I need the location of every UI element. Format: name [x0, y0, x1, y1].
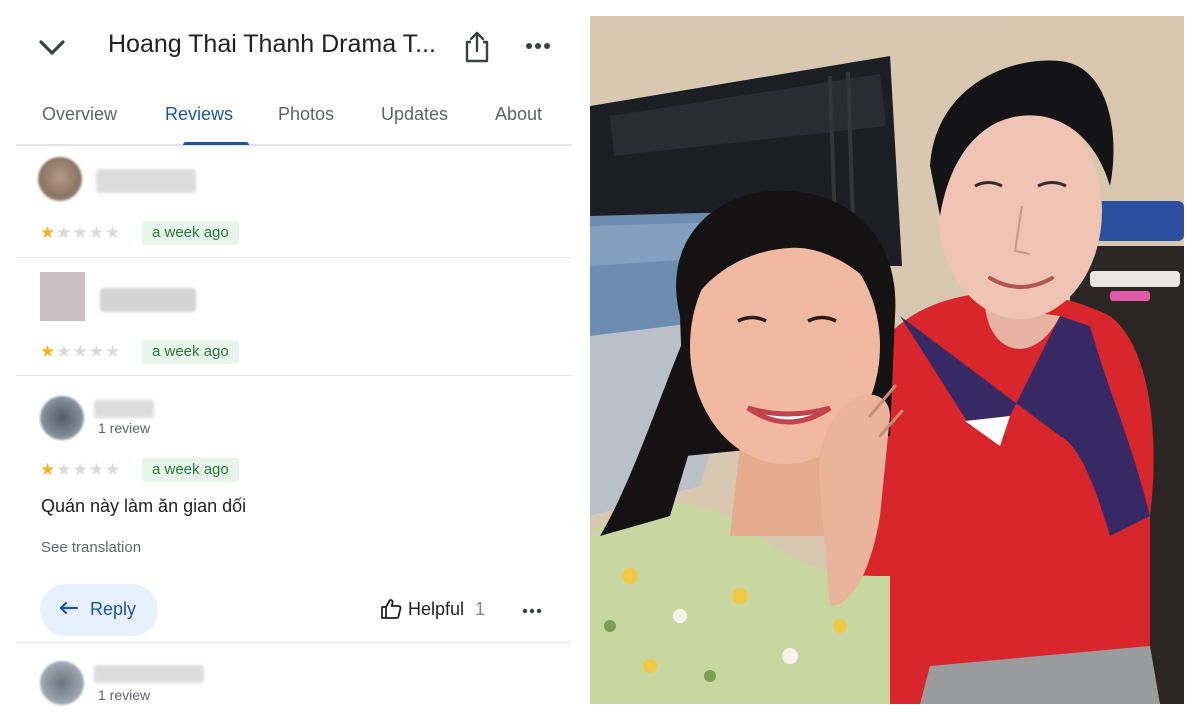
star-filled-icon: ★	[40, 460, 57, 479]
reviewer-name-redacted	[96, 169, 196, 193]
chevron-down-icon[interactable]	[36, 34, 68, 62]
tab-reviews[interactable]: Reviews	[165, 104, 233, 125]
see-translation-link[interactable]: See translation	[41, 539, 141, 556]
star-rating: ★★★★★	[40, 342, 121, 362]
reviewer-avatar[interactable]	[40, 396, 84, 440]
share-icon[interactable]	[462, 30, 492, 64]
review-item: ★★★★★ a week ago	[16, 147, 572, 258]
review-text: Quán này làm ăn gian dối	[41, 496, 247, 516]
helpful-count: 1	[475, 599, 486, 619]
reviewer-avatar[interactable]	[40, 661, 84, 705]
star-rating: ★★★★★	[40, 223, 121, 243]
review-more-icon[interactable]	[522, 606, 542, 616]
reviewer-review-count: 1 review	[98, 420, 151, 436]
tab-bar: Overview Reviews Photos Updates About	[16, 92, 572, 146]
top-app-bar: Hoang Thai Thanh Drama T...	[0, 0, 588, 92]
more-horiz-icon[interactable]	[524, 38, 552, 54]
review-date-badge: a week ago	[142, 221, 239, 245]
thumb-up-icon	[381, 599, 402, 619]
review-date-badge: a week ago	[142, 458, 239, 482]
review-date-badge: a week ago	[142, 340, 239, 364]
reviewer-name-redacted	[94, 400, 154, 418]
star-filled-icon: ★	[40, 342, 57, 361]
star-empty-icon: ★★★★	[56, 460, 122, 479]
reviews-panel: Hoang Thai Thanh Drama T... Overview Rev…	[0, 0, 588, 720]
tab-about[interactable]: About	[495, 104, 542, 125]
reviewer-name-redacted	[94, 665, 204, 683]
active-tab-indicator	[183, 142, 249, 145]
tab-photos[interactable]: Photos	[278, 104, 334, 125]
review-item: 1 review	[16, 643, 572, 720]
photo-illustration	[590, 16, 1184, 704]
star-filled-icon: ★	[40, 223, 57, 242]
star-rating: ★★★★★	[40, 460, 121, 480]
review-item: ★★★★★ a week ago	[16, 258, 572, 376]
reviewer-avatar[interactable]	[38, 157, 82, 201]
helpful-button[interactable]: Helpful 1	[380, 596, 500, 626]
tab-overview[interactable]: Overview	[42, 104, 117, 125]
reply-label: Reply	[90, 599, 137, 619]
place-title: Hoang Thai Thanh Drama T...	[108, 30, 436, 58]
reviewer-review-count: 1 review	[98, 687, 151, 703]
helpful-label: Helpful	[408, 599, 465, 619]
reply-button[interactable]: Reply	[40, 584, 158, 636]
reply-icon	[59, 601, 79, 615]
reviewer-avatar[interactable]	[40, 272, 85, 321]
tab-updates[interactable]: Updates	[381, 104, 448, 125]
star-empty-icon: ★★★★	[56, 342, 122, 361]
review-item: 1 review ★★★★★ a week ago Quán này làm ă…	[16, 376, 572, 643]
star-empty-icon: ★★★★	[56, 223, 122, 242]
reviewer-name-redacted	[100, 288, 196, 312]
selfie-photo	[590, 16, 1184, 704]
